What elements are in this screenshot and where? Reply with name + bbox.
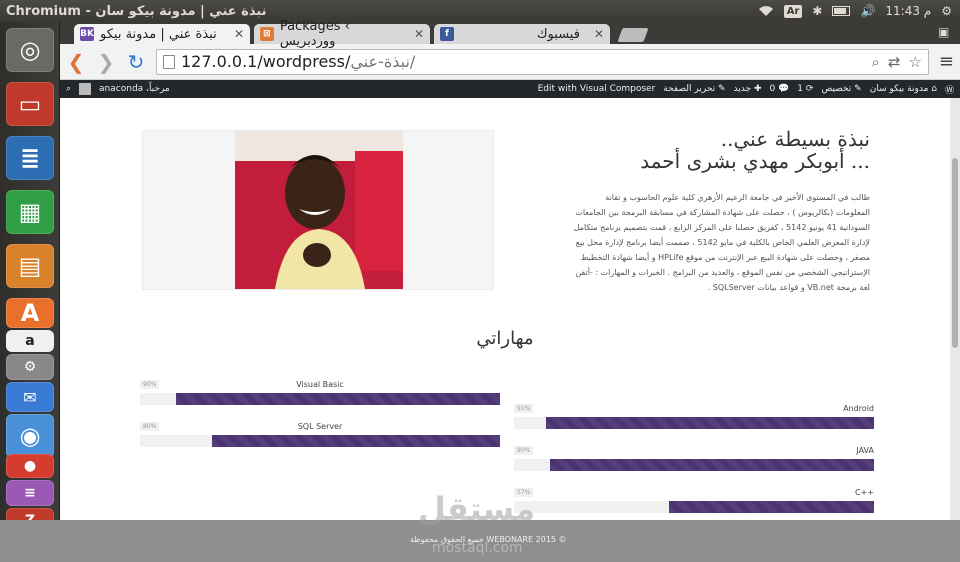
panel-indicators: Ar ✱ 🔊 11:43 م ⚙: [758, 0, 960, 22]
window-title: Chromium - نبذة عني | مدونة بيكو سان: [6, 3, 267, 19]
skill-name: JAVA: [856, 446, 874, 455]
new-link[interactable]: جديد ✚: [734, 84, 762, 94]
writer-icon[interactable]: ≣: [6, 136, 54, 180]
back-button[interactable]: ❮: [66, 50, 86, 74]
skill-fill: [668, 501, 874, 513]
top-panel: Chromium - نبذة عني | مدونة بيكو سان Ar …: [0, 0, 960, 22]
bio-paragraph: طالب في المستوى الأخير في جامعة الزعيم ا…: [573, 193, 870, 292]
watermark-url: mostaql.com: [432, 540, 523, 556]
updates-link[interactable]: 1 ⟳: [797, 84, 813, 94]
search-icon[interactable]: ⌕: [66, 84, 71, 94]
skill-sql-server: SQL Server 80%: [140, 422, 500, 447]
translate-icon[interactable]: ⇄: [888, 53, 901, 71]
skill-cpp: C++ 57%: [514, 488, 874, 513]
menu-icon[interactable]: ≡: [939, 51, 954, 72]
skill-fill: [212, 435, 500, 447]
greeting-link[interactable]: مرحباً، anaconda: [99, 84, 170, 94]
tab-packages[interactable]: ⊠ Packages ‹ ووردبريس ✕: [254, 19, 430, 49]
skill-fill: [176, 393, 500, 405]
mail-icon[interactable]: ✉: [6, 382, 54, 412]
skills-title: مهاراتي: [476, 328, 534, 349]
url-text[interactable]: 127.0.0.1/wordpress/نبذة-عني/: [181, 52, 415, 71]
skill-fill: [546, 417, 874, 429]
user-icon[interactable]: ▣: [938, 25, 954, 41]
star-icon[interactable]: ☆: [908, 53, 921, 71]
skill-percent: 80%: [140, 422, 160, 431]
calc-icon[interactable]: ▦: [6, 190, 54, 234]
skill-fill: [550, 459, 874, 471]
skill-track: [140, 435, 500, 447]
wifi-icon[interactable]: [758, 5, 774, 17]
facebook-favicon-icon: f: [440, 27, 454, 41]
skill-percent: 91%: [514, 404, 534, 413]
tab-label: Packages ‹ ووردبريس: [279, 19, 350, 49]
customize-link[interactable]: تخصيص ✎: [821, 84, 861, 94]
app-icon-red[interactable]: ●: [6, 454, 54, 478]
tab-about[interactable]: BK نبذة عني | مدونة بيكو ✕: [74, 24, 250, 44]
scrollbar-thumb[interactable]: [952, 158, 958, 348]
chromium-icon[interactable]: ◉: [6, 414, 54, 458]
profile-card: [142, 130, 494, 290]
clock[interactable]: 11:43 م: [885, 4, 931, 18]
bio-section: نبذة بسيطة عني.. ... أبوبكر مهدي بشرى أح…: [570, 128, 870, 295]
avatar[interactable]: [79, 83, 92, 95]
close-icon[interactable]: ✕: [234, 27, 244, 41]
skill-track: [140, 393, 500, 405]
skill-name: C++: [855, 488, 874, 497]
skill-track: [514, 459, 874, 471]
new-tab-button[interactable]: [617, 28, 649, 42]
comments-link[interactable]: 0 💬: [769, 84, 789, 94]
address-bar[interactable]: 127.0.0.1/wordpress/نبذة-عني/ ⌕ ⇄ ☆: [156, 48, 929, 75]
settings-icon[interactable]: ⚙: [6, 354, 54, 380]
watermark-logo: مستقل: [418, 490, 536, 528]
browser-window: BK نبذة عني | مدونة بيكو ✕ ⊠ Packages ‹ …: [60, 19, 960, 562]
skill-name: SQL Server: [297, 422, 343, 431]
wp-admin-bar: ⌕ مرحباً، anaconda Edit with Visual Comp…: [60, 80, 960, 98]
launcher: ◎ ▭ ≣ ▦ ▤ A a ⚙ ✉ ◉ ● ≡ Z ▼: [0, 22, 60, 562]
amazon-icon[interactable]: a: [6, 330, 54, 352]
close-icon[interactable]: ✕: [594, 27, 604, 41]
page-icon: [163, 54, 175, 69]
skill-track: [514, 417, 874, 429]
tab-facebook[interactable]: f فيسبوك ✕: [434, 24, 610, 44]
skill-visual-basic: Visual Basic 90%: [140, 380, 500, 405]
impress-icon[interactable]: ▤: [6, 244, 54, 288]
ubuntu-dash-icon[interactable]: ◎: [6, 28, 54, 72]
browser-toolbar: ❮ ❯ ↻ 127.0.0.1/wordpress/نبذة-عني/ ⌕ ⇄ …: [60, 44, 960, 80]
reload-button[interactable]: ↻: [126, 50, 146, 74]
skill-java: JAVA 90%: [514, 446, 874, 471]
software-center-icon[interactable]: A: [6, 298, 54, 328]
blog-favicon-icon: BK: [80, 27, 94, 41]
skill-percent: 90%: [140, 380, 160, 389]
skill-name: Visual Basic: [296, 380, 344, 389]
app-icon-stack[interactable]: ≡: [6, 480, 54, 506]
tab-strip: BK نبذة عني | مدونة بيكو ✕ ⊠ Packages ‹ …: [60, 19, 960, 49]
bio-name: ... أبوبكر مهدي بشرى أحمد: [640, 149, 870, 173]
xampp-favicon-icon: ⊠: [260, 27, 274, 41]
search-icon[interactable]: ⌕: [871, 53, 879, 71]
bio-heading: نبذة بسيطة عني..: [720, 127, 870, 151]
site-link[interactable]: مدونة بيكو سان ⌂: [870, 84, 937, 94]
forward-button[interactable]: ❯: [96, 50, 116, 74]
skill-track: [514, 501, 874, 513]
tab-label: نبذة عني | مدونة بيكو: [100, 26, 217, 42]
wordpress-icon[interactable]: Ⓦ: [945, 83, 954, 96]
skill-percent: 90%: [514, 446, 534, 455]
edit-page-link[interactable]: تحرير الصفحة ✎: [663, 84, 725, 94]
tab-label: فيسبوك: [536, 26, 580, 42]
scrollbar[interactable]: [950, 98, 960, 562]
file-manager-icon[interactable]: ▭: [6, 82, 54, 126]
keyboard-layout-indicator[interactable]: Ar: [783, 4, 803, 18]
close-icon[interactable]: ✕: [414, 27, 424, 41]
volume-icon[interactable]: 🔊: [860, 4, 875, 18]
skill-android: Android 91%: [514, 404, 874, 429]
gear-icon[interactable]: ⚙: [941, 4, 952, 18]
visual-composer-link[interactable]: Edit with Visual Composer: [538, 84, 656, 94]
bluetooth-icon[interactable]: ✱: [812, 4, 822, 18]
battery-icon[interactable]: [832, 6, 851, 16]
skill-name: Android: [843, 404, 874, 413]
profile-photo: [235, 131, 403, 289]
